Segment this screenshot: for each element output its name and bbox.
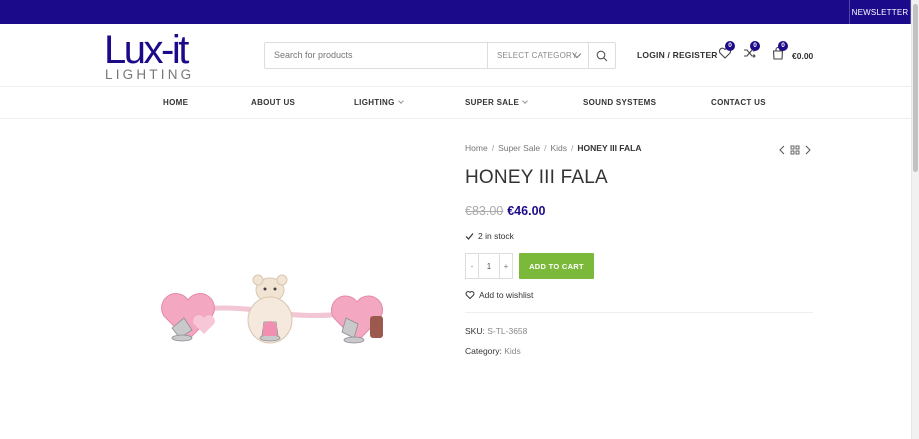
nav-item-home[interactable]: HOME [163, 87, 188, 118]
nav-item-label: SOUND SYSTEMS [583, 98, 657, 107]
login-register-link[interactable]: LOGIN / REGISTER [637, 50, 718, 60]
nav-item-super-sale[interactable]: SUPER SALE [465, 87, 528, 118]
breadcrumb-super-sale[interactable]: Super Sale [498, 143, 540, 153]
breadcrumb-home[interactable]: Home [465, 143, 488, 153]
category-select[interactable]: SELECT CATEGORY [487, 43, 589, 68]
category-link[interactable]: Kids [504, 346, 521, 356]
logo-brand: Lux-it [104, 28, 189, 72]
nav-item-label: HOME [163, 98, 189, 107]
divider [465, 312, 813, 313]
nav-item-label: CONTACT US [711, 98, 766, 107]
search-button[interactable] [588, 43, 615, 68]
wishlist-label: Add to wishlist [479, 290, 534, 300]
top-bar: NEWSLETTER [0, 0, 911, 24]
main-nav: HOME ABOUT US LIGHTING SUPER SALE SOUND … [0, 87, 911, 119]
category-label: Category: [465, 346, 502, 356]
quantity-stepper: - 1 + [465, 253, 513, 279]
nav-item-about-us[interactable]: ABOUT US [251, 87, 295, 118]
sku-label: SKU: [465, 326, 485, 336]
heart-icon [465, 291, 475, 300]
sku-row: SKU: S-TL-3658 [465, 326, 527, 336]
qty-plus-button[interactable]: + [499, 253, 513, 279]
page-scrollbar[interactable] [911, 0, 919, 439]
chevron-down-icon [522, 98, 528, 104]
add-to-wishlist-link[interactable]: Add to wishlist [465, 290, 533, 300]
qty-minus-button[interactable]: - [465, 253, 479, 279]
nav-item-sound-systems[interactable]: SOUND SYSTEMS [583, 87, 656, 118]
stock-status: 2 in stock [465, 231, 514, 241]
old-price: €83.00 [465, 204, 504, 218]
sale-price: €46.00 [507, 204, 546, 218]
scrollbar-thumb[interactable] [913, 4, 918, 172]
nav-item-label: ABOUT US [251, 98, 296, 107]
chevron-down-icon [397, 98, 404, 104]
category-row: Category: Kids [465, 346, 521, 356]
cart-button[interactable]: 0 [771, 41, 789, 64]
cart-count-badge: 0 [778, 41, 788, 51]
product-image[interactable] [150, 270, 400, 360]
wishlist-count-badge: 0 [725, 41, 735, 51]
nav-item-label: SUPER SALE [465, 98, 520, 107]
logo[interactable]: Lux-it LIGHTING [104, 30, 210, 82]
add-to-cart-button[interactable]: ADD TO CART [519, 253, 594, 279]
compare-count-badge: 0 [750, 41, 760, 51]
nav-item-lighting[interactable]: LIGHTING [354, 87, 404, 118]
wishlist-button[interactable]: 0 [718, 41, 736, 64]
site-header: Lux-it LIGHTING SELECT CATEGORY LOGIN / … [0, 24, 911, 87]
grid-icon[interactable] [790, 145, 800, 155]
search-input[interactable] [274, 43, 474, 68]
cart-total[interactable]: €0.00 [792, 51, 813, 61]
stock-text: 2 in stock [478, 231, 514, 241]
nav-item-label: LIGHTING [354, 98, 395, 107]
chevron-right-icon[interactable] [805, 145, 811, 155]
product-navigation [777, 143, 813, 155]
product-title: HONEY III FALA [465, 167, 608, 188]
breadcrumb-kids[interactable]: Kids [551, 143, 568, 153]
compare-button[interactable]: 0 [743, 41, 761, 64]
breadcrumb: Home / Super Sale / Kids / HONEY III FALA [465, 143, 642, 153]
qty-input[interactable]: 1 [479, 253, 499, 279]
chevron-left-icon[interactable] [779, 145, 785, 155]
search-icon [596, 50, 608, 61]
search-form: SELECT CATEGORY [264, 42, 616, 69]
product-photo [161, 274, 384, 344]
nav-item-contact-us[interactable]: CONTACT US [711, 87, 766, 118]
logo-subtitle: LIGHTING [105, 67, 195, 82]
newsletter-link[interactable]: NEWSLETTER [849, 0, 911, 24]
sku-value: S-TL-3658 [487, 326, 528, 336]
check-icon [465, 232, 474, 240]
category-select-label: SELECT CATEGORY [497, 51, 578, 60]
product-price: €83.00 €46.00 [465, 204, 545, 218]
breadcrumb-current: HONEY III FALA [577, 143, 642, 153]
